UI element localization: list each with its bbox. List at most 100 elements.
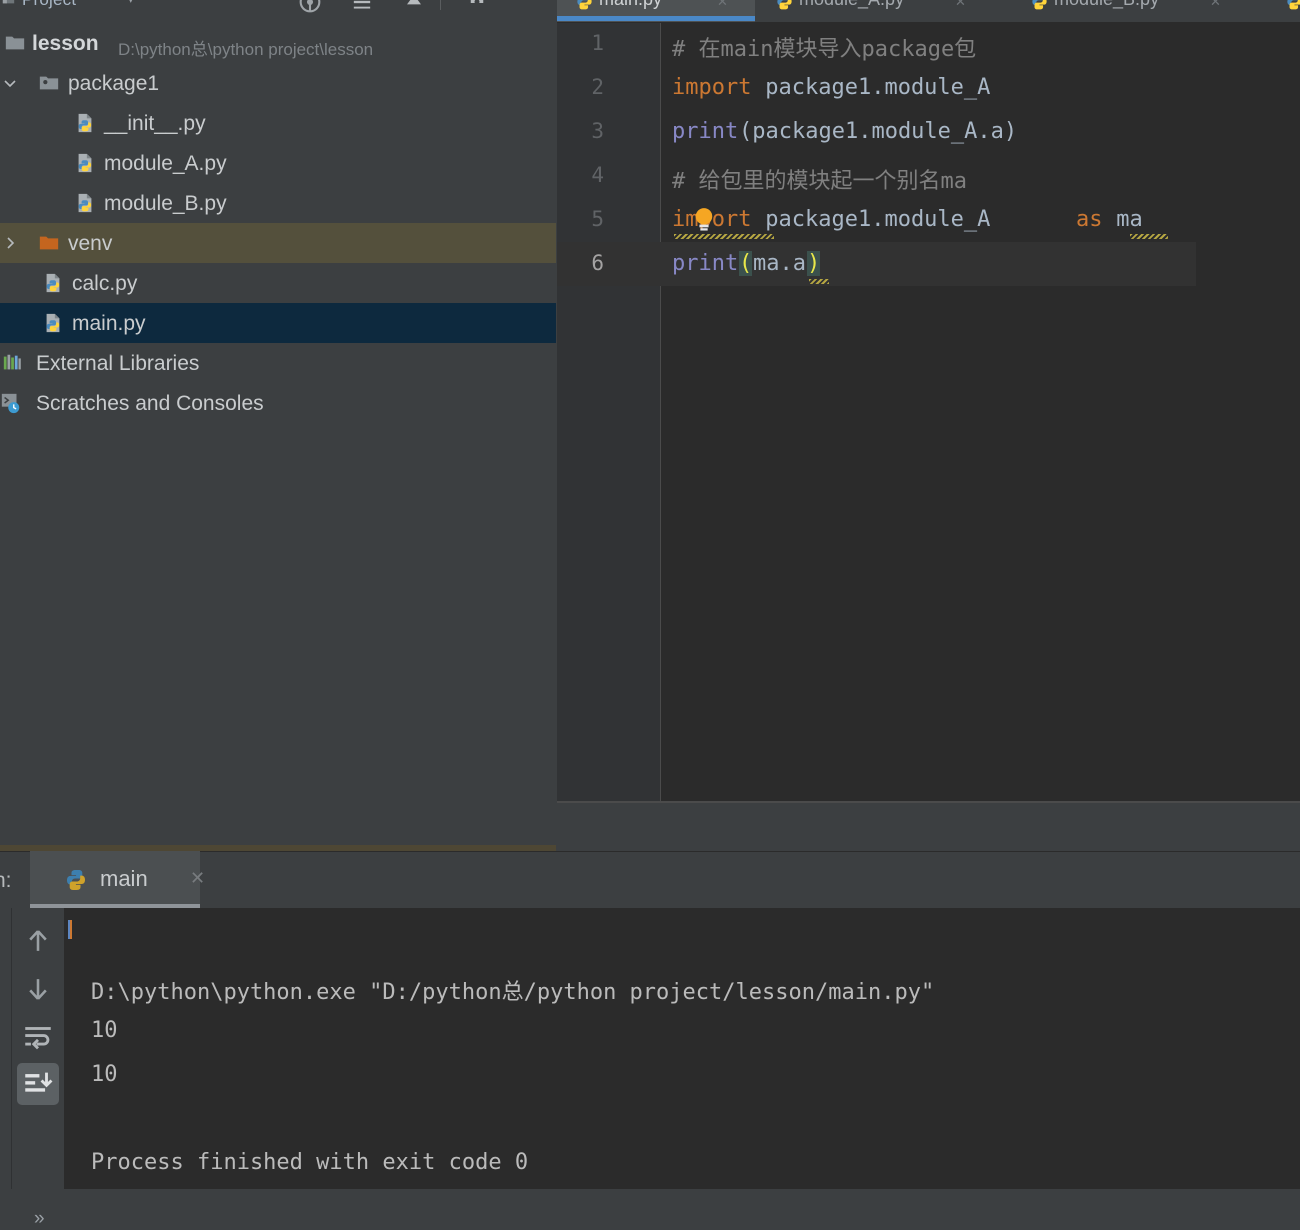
code-line-4: # 给包里的模块起一个别名ma [672, 169, 967, 194]
code-text-area[interactable]: # 在main模块导入package包 import package1.modu… [661, 23, 1300, 802]
scroll-to-end-icon [25, 1072, 53, 1092]
tree-label: __init__.py [104, 112, 206, 135]
console-line: 10 [91, 1062, 118, 1087]
tree-row-lesson[interactable]: lesson D:\python总\python project\lesson [0, 23, 556, 63]
run-side-toolbar[interactable]: » [12, 908, 64, 1229]
folder-icon [5, 36, 25, 50]
tree-label: calc.py [72, 272, 138, 295]
tree-row-venv[interactable]: venv [0, 223, 556, 263]
line-number: 3 [591, 119, 604, 143]
console-line: D:\python\python.exe "D:/python总/python … [91, 980, 935, 1005]
weak-warning-underline [1130, 234, 1168, 239]
run-tab-main[interactable]: main ✕ [30, 851, 205, 908]
down-arrow-icon[interactable] [21, 972, 55, 1006]
weak-warning-underline [674, 234, 774, 239]
project-tree-panel[interactable]: lesson D:\python总\python project\lesson … [0, 23, 556, 851]
project-window-icon [2, 0, 15, 4]
tree-label: External Libraries [36, 352, 200, 375]
chevron-right-icon[interactable] [2, 235, 18, 251]
tree-label: package1 [68, 72, 160, 95]
chevron-down-icon[interactable] [2, 75, 18, 91]
tree-label: lesson [32, 32, 99, 55]
close-icon[interactable]: ✕ [955, 0, 966, 10]
line-number: 2 [591, 75, 604, 99]
collapse-all-icon[interactable] [348, 0, 376, 16]
tree-label: venv [68, 232, 113, 255]
soft-wrap-icon[interactable] [21, 1020, 55, 1054]
tree-row-main-py[interactable]: main.py [0, 303, 556, 343]
python-file-icon [1032, 0, 1047, 10]
close-icon[interactable]: ✕ [717, 0, 728, 10]
tab-module-b-py[interactable]: module_B.py ✕ [1012, 0, 1247, 22]
code-line-2-text: package1.module_A [752, 75, 991, 100]
python-file-icon [78, 193, 92, 213]
editor-gutter[interactable] [557, 23, 660, 802]
editor-lower-strip [557, 802, 1300, 851]
run-tool-window[interactable]: n: main ✕ [0, 851, 1300, 1229]
python-file-icon [78, 153, 92, 173]
python-file-icon [777, 0, 792, 10]
close-icon[interactable]: ✕ [1210, 0, 1221, 10]
code-editor[interactable]: 1 2 3 4 5 6 # 在main模块导入package包 import p… [557, 23, 1300, 802]
tab-label: module_B.py [1054, 0, 1159, 10]
lightbulb-icon[interactable] [693, 207, 715, 233]
scratches-icon [1, 393, 20, 414]
code-line-3-function: print [672, 119, 739, 144]
tab-overflow[interactable] [1267, 0, 1300, 22]
tree-label: module_A.py [104, 152, 227, 175]
weak-warning-underline [809, 279, 829, 284]
code-line-6-function: print [672, 251, 739, 276]
hide-icon[interactable] [400, 0, 428, 16]
code-line-1: # 在main模块导入package包 [672, 37, 977, 62]
tree-row-package1[interactable]: package1 [0, 63, 556, 103]
tree-label: module_B.py [104, 192, 227, 215]
tree-row-init-py[interactable]: __init__.py [0, 103, 556, 143]
console-caret [68, 920, 72, 939]
code-line-5-as-keyword: as [1076, 207, 1103, 232]
python-file-icon [46, 313, 60, 333]
tree-row-module-b-py[interactable]: module_B.py [0, 183, 556, 223]
code-line-5-text: package1.module_A [752, 207, 1004, 232]
code-line-2-keyword: import [672, 75, 752, 100]
python-file-icon [1287, 0, 1300, 10]
project-path: D:\python总\python project\lesson [118, 40, 374, 59]
line-number: 1 [591, 31, 604, 55]
python-file-icon [46, 273, 60, 293]
run-tab-label: main [100, 866, 148, 891]
line-number: 4 [591, 163, 604, 187]
locate-icon[interactable] [296, 0, 324, 16]
project-toolbar: Project ▾ [0, 0, 556, 23]
tree-row-module-a-py[interactable]: module_A.py [0, 143, 556, 183]
active-tab-indicator [557, 16, 755, 21]
python-file-icon [577, 0, 592, 10]
tree-row-external-libraries[interactable]: External Libraries [0, 343, 556, 383]
line-number: 6 [591, 251, 604, 275]
run-console-output[interactable]: D:\python\python.exe "D:/python总/python … [65, 908, 1300, 1189]
code-line-3-text: (package1.module_A.a) [739, 119, 1018, 144]
toolbar-separator [440, 0, 441, 10]
overflow-chevron-icon[interactable]: » [34, 1208, 45, 1230]
package-folder-icon [39, 76, 59, 90]
code-line-6-arg: ma.a [753, 251, 806, 276]
run-window-label: n: [0, 869, 12, 892]
scroll-to-end-button[interactable] [17, 1063, 59, 1105]
tab-label: main.py [599, 0, 662, 10]
python-icon [67, 870, 85, 890]
tab-label: module_A.py [799, 0, 904, 10]
up-arrow-icon[interactable] [21, 924, 55, 958]
excluded-folder-icon [39, 236, 59, 250]
tab-module-a-py[interactable]: module_A.py ✕ [757, 0, 992, 22]
editor-tab-bar: main.py ✕ module_A.py ✕ module_B.py ✕ [557, 0, 1300, 23]
code-line-6-open-paren: ( [739, 251, 753, 276]
settings-gear-icon[interactable] [462, 0, 492, 18]
console-line: 10 [91, 1018, 118, 1043]
code-line-6-close-paren: ) [807, 251, 821, 276]
project-title: Project [22, 0, 76, 10]
tree-label: Scratches and Consoles [36, 392, 264, 415]
tree-row-scratches-and-consoles[interactable]: Scratches and Consoles [0, 383, 556, 423]
run-header: n: main ✕ [0, 851, 1300, 908]
console-line: Process finished with exit code 0 [91, 1150, 529, 1175]
chevron-down-icon[interactable]: ▾ [128, 0, 134, 6]
tree-row-calc-py[interactable]: calc.py [0, 263, 556, 303]
close-icon[interactable]: ✕ [190, 868, 205, 889]
